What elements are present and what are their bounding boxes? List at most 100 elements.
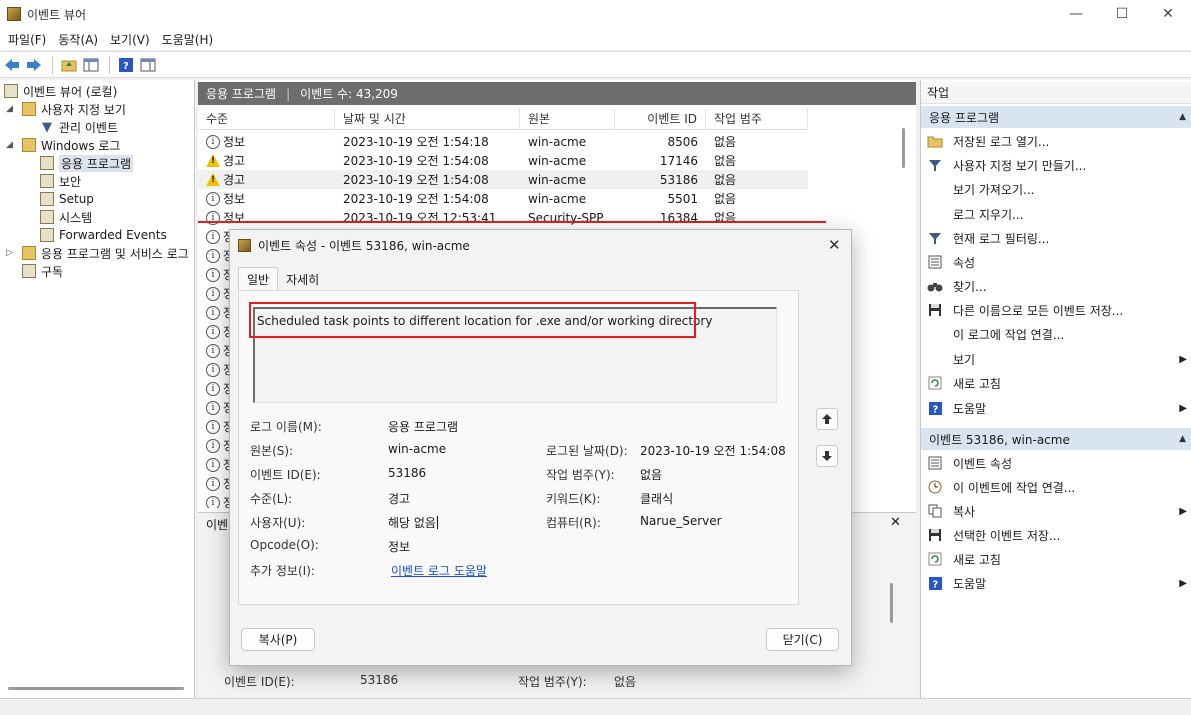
keywords-value: 클래식 bbox=[640, 492, 674, 506]
copy-button[interactable]: 복사(P) bbox=[241, 628, 315, 651]
action-item[interactable]: 현재 로그 필터링... bbox=[927, 227, 1189, 249]
action-item[interactable]: 이벤트 속성 bbox=[927, 452, 1189, 474]
info-icon: i bbox=[206, 343, 220, 358]
preview-tab-label[interactable]: 이벤 bbox=[206, 516, 228, 533]
log-icon bbox=[40, 156, 54, 170]
up-folder-icon[interactable] bbox=[59, 55, 79, 75]
close-window-button[interactable]: ✕ bbox=[1145, 0, 1191, 28]
maximize-button[interactable]: ☐ bbox=[1099, 0, 1145, 28]
actions-section-event-label: 이벤트 53186, win-acme bbox=[929, 432, 1070, 447]
action-item[interactable]: 다른 이름으로 모든 이벤트 저장... bbox=[927, 299, 1189, 321]
tree-item-security[interactable]: 보안 bbox=[40, 172, 81, 190]
grid-vertical-scrollbar[interactable] bbox=[902, 128, 905, 168]
action-item[interactable]: 선택한 이벤트 저장... bbox=[927, 524, 1189, 546]
info-icon: i bbox=[206, 191, 220, 206]
tree-item-subscriptions[interactable]: 구독 bbox=[22, 262, 63, 280]
cell-event-id: 17146 bbox=[659, 153, 698, 168]
cell-level: i 정보 bbox=[198, 190, 335, 207]
cell-level: i 정보 bbox=[198, 209, 335, 226]
action-item[interactable]: 속성 bbox=[927, 251, 1189, 273]
actions-section-event[interactable]: 이벤트 53186, win-acme ▲ bbox=[921, 428, 1191, 450]
previous-event-button[interactable] bbox=[816, 408, 838, 430]
next-event-button[interactable] bbox=[816, 445, 838, 467]
collapse-chevron-icon[interactable]: ◢ bbox=[6, 104, 13, 114]
preview-vertical-scrollbar[interactable] bbox=[890, 583, 893, 623]
collapse-triangle-icon[interactable]: ▲ bbox=[1179, 434, 1186, 444]
info-icon: i bbox=[206, 419, 220, 434]
show-hide-tree-icon[interactable] bbox=[81, 55, 101, 75]
submenu-arrow-icon: ▶ bbox=[1179, 353, 1187, 365]
blank-icon bbox=[927, 181, 943, 197]
menu-view[interactable]: 보기(V) bbox=[106, 31, 158, 48]
collapse-triangle-icon[interactable]: ▲ bbox=[1179, 112, 1186, 122]
action-item[interactable]: 저장된 로그 열기... bbox=[927, 130, 1189, 152]
action-item[interactable]: 사용자 지정 보기 만들기... bbox=[927, 154, 1189, 176]
minimize-button[interactable]: — bbox=[1053, 0, 1099, 28]
action-item[interactable]: 보기 ▶ bbox=[927, 348, 1189, 370]
action-item[interactable]: 보기 가져오기... bbox=[927, 178, 1189, 200]
more-info-label: 추가 정보(I): bbox=[250, 564, 315, 578]
action-item-label: 현재 로그 필터링... bbox=[953, 231, 1050, 246]
column-header-level[interactable]: 수준 bbox=[198, 108, 335, 129]
table-row[interactable]: i 정보 2023-10-19 오전 1:54:08 win-acme 5501 없음 bbox=[198, 189, 808, 208]
user-field[interactable]: 해당 없음 bbox=[388, 514, 438, 531]
tree-item-windows-logs[interactable]: Windows 로그 bbox=[22, 136, 120, 154]
info-icon: i bbox=[206, 438, 220, 453]
binoculars-icon bbox=[927, 278, 943, 294]
action-item[interactable]: 찾기... bbox=[927, 275, 1189, 297]
action-item[interactable]: ? 도움말 ▶ bbox=[927, 572, 1189, 594]
actions-section-application[interactable]: 응용 프로그램 ▲ bbox=[921, 106, 1191, 128]
tree-item-forwarded-events[interactable]: Forwarded Events bbox=[40, 226, 167, 244]
dialog-close-button[interactable]: 닫기(C) bbox=[766, 628, 839, 651]
action-item-label: 저장된 로그 열기... bbox=[953, 134, 1050, 149]
tab-general[interactable]: 일반 bbox=[238, 267, 279, 291]
action-item[interactable]: ? 도움말 ▶ bbox=[927, 397, 1189, 419]
action-item[interactable]: 로그 지우기... bbox=[927, 203, 1189, 225]
forward-arrow-icon[interactable] bbox=[24, 55, 44, 75]
tree-item-application[interactable]: 응용 프로그램 bbox=[40, 154, 134, 172]
menu-action[interactable]: 동작(A) bbox=[54, 31, 106, 48]
cell-event-id: 8506 bbox=[667, 134, 698, 149]
table-row[interactable]: i 정보 2023-10-19 오전 1:54:18 win-acme 8506 없음 bbox=[198, 132, 808, 151]
preview-event-id-value: 53186 bbox=[360, 673, 399, 687]
action-item[interactable]: 새로 고침 bbox=[927, 548, 1189, 570]
column-header-category[interactable]: 작업 범주 bbox=[706, 108, 808, 129]
help-icon[interactable]: ? bbox=[116, 55, 136, 75]
column-header-source[interactable]: 원본 bbox=[520, 108, 615, 129]
preview-close-icon[interactable]: ✕ bbox=[890, 515, 901, 530]
table-row[interactable]: i 정보 2023-10-19 오전 12:53:41 Security-SPP 163… bbox=[198, 208, 808, 227]
table-row[interactable]: 경고 2023-10-19 오전 1:54:08 win-acme 17146 없음 bbox=[198, 151, 808, 170]
column-header-event-id[interactable]: 이벤트 ID bbox=[615, 108, 706, 129]
event-log-help-link[interactable]: 이벤트 로그 도움말 bbox=[391, 562, 487, 579]
grid-header: 수준 날짜 및 시간 원본 이벤트 ID 작업 범주 bbox=[198, 108, 808, 130]
action-item-label: 복사 bbox=[953, 504, 976, 519]
action-item[interactable]: 새로 고침 bbox=[927, 372, 1189, 394]
column-header-date[interactable]: 날짜 및 시간 bbox=[335, 108, 520, 129]
cell-level-text: 정보 bbox=[223, 135, 246, 149]
show-hide-action-pane-icon[interactable] bbox=[138, 55, 158, 75]
toolbar: ? bbox=[0, 51, 1191, 78]
cell-category: 없음 bbox=[714, 135, 737, 149]
table-row[interactable]: 경고 2023-10-19 오전 1:54:08 win-acme 53186 없음 bbox=[198, 170, 808, 189]
menu-file[interactable]: 파일(F) bbox=[4, 31, 54, 48]
tree-item-setup[interactable]: Setup bbox=[40, 190, 94, 208]
tree-horizontal-scrollbar[interactable] bbox=[8, 687, 184, 690]
menu-help[interactable]: 도움말(H) bbox=[158, 31, 222, 48]
cell-date: 2023-10-19 오전 1:54:08 bbox=[343, 173, 489, 187]
tree-item-admin-events[interactable]: ▼ 관리 이벤트 bbox=[40, 118, 118, 136]
tree-item-root[interactable]: 이벤트 뷰어 (로컬) bbox=[4, 82, 117, 100]
tree-item-system[interactable]: 시스템 bbox=[40, 208, 92, 226]
tab-details[interactable]: 자세히 bbox=[278, 267, 327, 291]
submenu-arrow-icon: ▶ bbox=[1179, 402, 1187, 414]
expand-chevron-icon[interactable]: ▷ bbox=[6, 248, 13, 258]
tree-item-custom-views[interactable]: 사용자 지정 보기 bbox=[22, 100, 126, 118]
action-item[interactable]: 복사 ▶ bbox=[927, 500, 1189, 522]
action-item[interactable]: 이 로그에 작업 연결... bbox=[927, 323, 1189, 345]
back-arrow-icon[interactable] bbox=[2, 55, 22, 75]
computer-value: Narue_Server bbox=[640, 514, 722, 528]
dialog-close-icon[interactable]: ✕ bbox=[828, 236, 841, 254]
down-arrow-icon bbox=[822, 451, 832, 461]
collapse-chevron-icon[interactable]: ◢ bbox=[6, 140, 13, 150]
tree-item-apps-services[interactable]: 응용 프로그램 및 서비스 로그 bbox=[22, 244, 189, 262]
action-item[interactable]: 이 이벤트에 작업 연결... bbox=[927, 476, 1189, 498]
